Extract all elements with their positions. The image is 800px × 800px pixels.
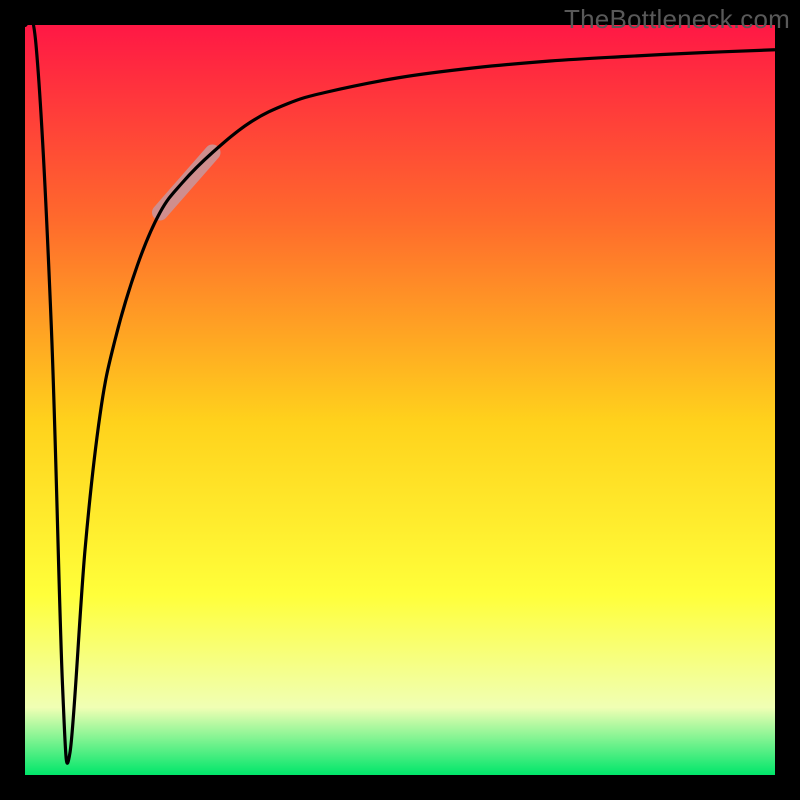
gradient-background — [25, 25, 775, 775]
chart-frame: TheBottleneck.com — [0, 0, 800, 800]
chart-svg — [25, 25, 775, 775]
watermark-label: TheBottleneck.com — [564, 4, 790, 35]
chart-plot-area — [25, 25, 775, 775]
